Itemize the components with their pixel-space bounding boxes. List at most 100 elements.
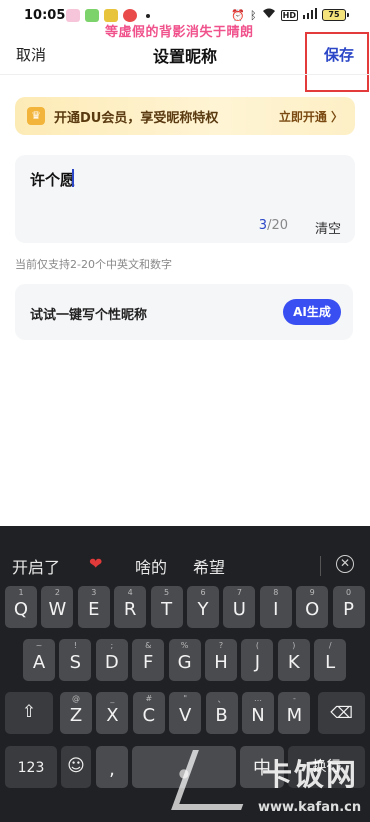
- key-label: F: [143, 652, 154, 673]
- key-label: Y: [197, 599, 209, 620]
- key-secondary-label: 5: [164, 588, 170, 597]
- shift-key[interactable]: ⇧: [5, 692, 53, 734]
- key-secondary-label: /: [328, 641, 332, 650]
- key-a[interactable]: ~ A: [23, 639, 55, 681]
- shift-icon: ⇧: [21, 702, 37, 722]
- key-m[interactable]: -M: [278, 692, 311, 734]
- hd-icon: HD: [280, 9, 298, 21]
- key-label: P: [343, 599, 355, 620]
- mic-icon: ●: [178, 766, 190, 780]
- soft-keyboard: 开启了 ❤ 啥的 希望 ✕ 1 Q 2 W 3 E 4 R 5 T 6 Y 7 U 8 I 9 O 0 P ~ A! S; D…: [0, 526, 370, 822]
- vip-banner-text: 开通DU会员，享受昵称特权: [54, 110, 219, 126]
- key-p[interactable]: 0P: [332, 586, 365, 628]
- key-secondary-label: 2: [54, 588, 60, 597]
- more-notifications-icon: [146, 13, 150, 18]
- key-label: M: [286, 705, 303, 726]
- key-secondary-label: ): [292, 641, 296, 650]
- key-g[interactable]: % G: [168, 639, 201, 681]
- numbers-key-label: 123: [17, 760, 45, 776]
- numbers-key[interactable]: 123: [5, 746, 57, 788]
- key-h[interactable]: ? H: [205, 639, 237, 681]
- signal-icon: [303, 8, 317, 22]
- key-d[interactable]: ; D: [95, 639, 128, 681]
- char-count-current: 3: [258, 218, 268, 233]
- vip-banner[interactable]: ♛ 开通DU会员，享受昵称特权 立即开通 〉: [15, 97, 355, 135]
- key-secondary-label: !: [73, 641, 77, 650]
- key-w[interactable]: 2W: [41, 586, 74, 628]
- key-e[interactable]: 3E: [77, 586, 110, 628]
- key-i[interactable]: 8I: [259, 586, 292, 628]
- key-q[interactable]: 1Q: [5, 586, 37, 628]
- key-r[interactable]: 4R: [114, 586, 147, 628]
- key-label: T: [161, 599, 173, 620]
- key-t[interactable]: 5T: [150, 586, 183, 628]
- key-o[interactable]: 9O: [296, 586, 329, 628]
- nav-divider: [0, 74, 370, 75]
- backspace-icon: ⌫: [330, 703, 353, 722]
- ai-generate-button[interactable]: AI生成: [283, 299, 341, 325]
- key-secondary-label: 3: [91, 588, 97, 597]
- key-secondary-label: 9: [309, 588, 315, 597]
- ai-nickname-card: 试试一键写个性昵称 AI生成: [15, 284, 353, 340]
- key-label: J: [254, 652, 261, 673]
- suggestion-item[interactable]: 希望: [193, 554, 225, 578]
- app-notification-icon: [85, 9, 99, 22]
- suggestion-item[interactable]: 开启了: [12, 554, 60, 578]
- key-label: V: [179, 705, 192, 726]
- language-key-label: 中: [253, 758, 271, 779]
- space-key[interactable]: ●: [132, 746, 236, 788]
- key-v[interactable]: " V: [169, 692, 202, 734]
- clear-button[interactable]: 清空: [315, 218, 341, 237]
- battery-icon: 75: [322, 9, 349, 21]
- language-switch-key[interactable]: 中: [240, 746, 284, 788]
- key-z[interactable]: @ Z: [60, 692, 92, 734]
- key-secondary-label: …: [254, 694, 262, 703]
- key-n[interactable]: … N: [242, 692, 274, 734]
- status-time: 10:05: [24, 8, 66, 23]
- enter-key[interactable]: 换行: [288, 746, 365, 788]
- emoji-key[interactable]: ☺: [61, 746, 91, 788]
- key-label: G: [177, 652, 192, 673]
- key-l[interactable]: / L: [314, 639, 347, 681]
- key-secondary-label: 1: [18, 588, 24, 597]
- key-label: C: [142, 705, 156, 726]
- key-label: H: [214, 652, 228, 673]
- app-notification-icon: [66, 9, 80, 22]
- key-secondary-label: #: [145, 694, 153, 703]
- char-counter: 3/20: [259, 218, 288, 233]
- comma-key-label: ,: [109, 759, 115, 780]
- status-indicators: ⏰ ᛒ HD 75: [231, 8, 349, 22]
- key-x[interactable]: _ X: [96, 692, 129, 734]
- key-y[interactable]: 6Y: [187, 586, 219, 628]
- backspace-key[interactable]: ⌫: [318, 692, 365, 734]
- close-suggestions-icon[interactable]: ✕: [336, 555, 354, 573]
- key-label: R: [123, 599, 137, 620]
- emoji-icon: ☺: [67, 756, 85, 776]
- suggestion-item[interactable]: ❤: [89, 554, 102, 573]
- key-secondary-label: 7: [236, 588, 242, 597]
- key-secondary-label: ;: [110, 641, 114, 650]
- key-secondary-label: _: [110, 694, 115, 703]
- nickname-input[interactable]: [30, 170, 330, 188]
- key-label: U: [232, 599, 246, 620]
- key-u[interactable]: 7U: [223, 586, 256, 628]
- key-s[interactable]: ! S: [59, 639, 92, 681]
- comma-key[interactable]: ,: [96, 746, 128, 788]
- char-count-max: /20: [267, 218, 288, 233]
- text-cursor: [72, 169, 74, 187]
- key-c[interactable]: # C: [132, 692, 165, 734]
- suggestion-item[interactable]: 啥的: [135, 554, 167, 578]
- vip-open-link[interactable]: 立即开通 〉: [279, 108, 343, 125]
- key-secondary-label: (: [255, 641, 259, 650]
- key-j[interactable]: (J: [241, 639, 274, 681]
- crown-icon: ♛: [27, 107, 45, 125]
- key-b[interactable]: 、 B: [205, 692, 238, 734]
- key-f[interactable]: & F: [132, 639, 165, 681]
- bluetooth-icon: ᛒ: [250, 8, 257, 22]
- ai-prompt-text: 试试一键写个性昵称: [30, 308, 148, 323]
- key-secondary-label: %: [180, 641, 189, 650]
- key-k[interactable]: ) K: [277, 639, 310, 681]
- key-secondary-label: @: [72, 694, 80, 703]
- nickname-input-card: 3/20 清空: [15, 155, 355, 243]
- key-label: N: [251, 705, 265, 726]
